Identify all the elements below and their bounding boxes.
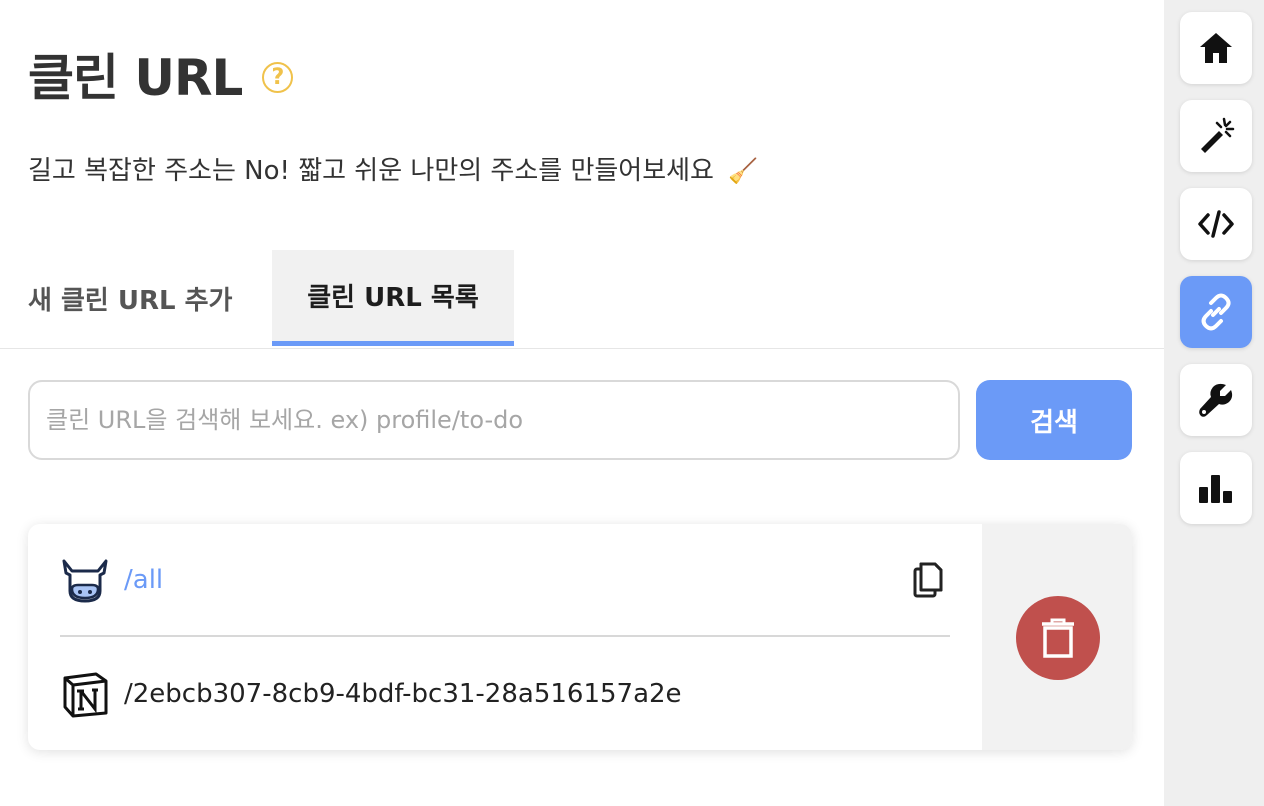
tab-add-clean-url[interactable]: 새 클린 URL 추가 xyxy=(0,250,272,346)
magic-wand-icon xyxy=(1201,117,1235,153)
search-button[interactable]: 검색 xyxy=(976,380,1132,460)
bar-chart-icon xyxy=(1199,475,1232,503)
cow-icon xyxy=(60,555,110,605)
delete-button[interactable] xyxy=(1016,596,1100,680)
title-row: 클린 URL ? xyxy=(28,38,294,110)
page-title: 클린 URL xyxy=(28,49,243,107)
sidebar-home-button[interactable] xyxy=(1180,12,1252,84)
help-glyph: ? xyxy=(271,64,285,90)
clean-url-path: /2ebcb307-8cb9-4bdf-bc31-28a516157a2e xyxy=(124,679,682,709)
sidebar-magic-button[interactable] xyxy=(1180,100,1252,172)
sidebar-stats-button[interactable] xyxy=(1180,452,1252,524)
subtitle-text: 길고 복잡한 주소는 No! 짧고 쉬운 나만의 주소를 만들어보세요 xyxy=(28,156,714,186)
main-content: 클린 URL ? 길고 복잡한 주소는 No! 짧고 쉬운 나만의 주소를 만들… xyxy=(0,0,1164,806)
sidebar-link-button[interactable] xyxy=(1180,276,1252,348)
code-icon xyxy=(1198,210,1234,238)
clean-url-card: /all /2ebcb307-8cb9-4bdf-bc31-28a516157a… xyxy=(28,524,1132,750)
wrench-icon xyxy=(1199,383,1233,417)
list-item: /2ebcb307-8cb9-4bdf-bc31-28a516157a2e xyxy=(60,664,950,724)
list-item: /all xyxy=(60,550,950,610)
right-sidebar xyxy=(1164,0,1264,806)
card-entries: /all /2ebcb307-8cb9-4bdf-bc31-28a516157a… xyxy=(28,524,982,750)
search-input[interactable] xyxy=(28,380,960,460)
home-icon xyxy=(1200,33,1232,63)
link-icon xyxy=(1201,293,1231,331)
sidebar-code-button[interactable] xyxy=(1180,188,1252,260)
copy-icon[interactable] xyxy=(906,558,950,602)
broom-icon: 🧹 xyxy=(728,157,759,185)
help-icon[interactable]: ? xyxy=(262,61,294,93)
row-divider xyxy=(60,635,950,637)
tab-clean-url-list[interactable]: 클린 URL 목록 xyxy=(272,250,514,346)
page-subtitle: 길고 복잡한 주소는 No! 짧고 쉬운 나만의 주소를 만들어보세요 🧹 xyxy=(28,150,758,187)
notion-icon xyxy=(60,669,110,719)
trash-icon xyxy=(1042,618,1074,658)
clean-url-link[interactable]: /all xyxy=(124,565,163,595)
card-actions xyxy=(982,524,1132,750)
tab-bar: 새 클린 URL 추가 클린 URL 목록 xyxy=(0,250,1164,349)
sidebar-tools-button[interactable] xyxy=(1180,364,1252,436)
